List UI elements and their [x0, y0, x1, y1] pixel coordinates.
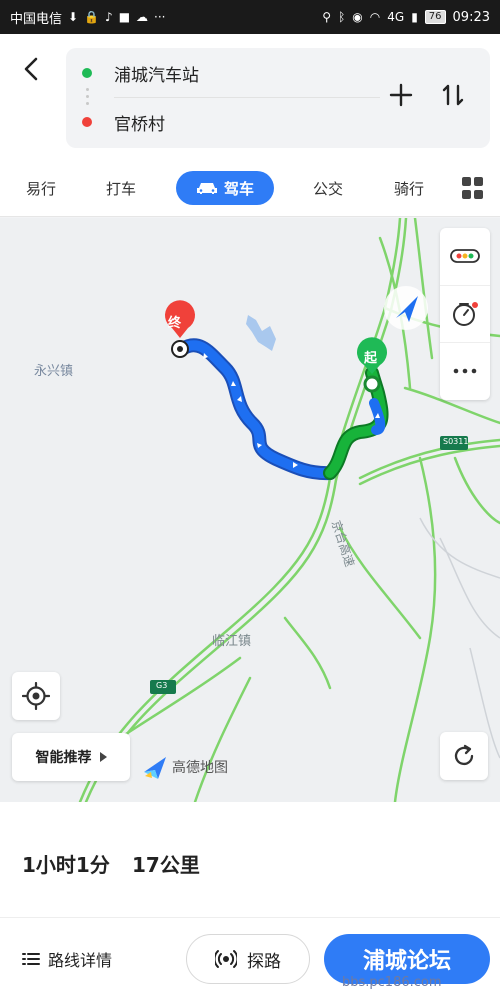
start-point-circle: [363, 375, 381, 393]
broadcast-icon: [215, 950, 237, 968]
back-button[interactable]: [18, 54, 46, 84]
route-details-button[interactable]: 路线详情: [22, 944, 112, 974]
route-summary[interactable]: 1小时1分 17公里: [0, 802, 500, 917]
tab-drive[interactable]: 驾车: [176, 171, 274, 205]
start-marker-label: 起: [364, 351, 378, 366]
car-icon: [196, 183, 217, 194]
town-label-linjiang: 临江镇: [212, 634, 252, 649]
explore-road-button[interactable]: 探路: [186, 934, 310, 984]
start-dot-icon: [82, 68, 92, 78]
swap-route-button[interactable]: [440, 82, 466, 117]
route-header: 浦城汽车站 官桥村: [0, 34, 500, 159]
status-bar: 中国电信 ⬇ 🔒 ♪ ■ ☁ ··· ⚲ ᛒ ◉ ◠ 4G ▮ 76 09:23: [0, 0, 500, 34]
plus-icon: [389, 83, 413, 107]
refresh-route-button[interactable]: [440, 732, 488, 780]
route-line-blue: [177, 340, 335, 479]
clock: 09:23: [452, 9, 490, 25]
more-options-button[interactable]: [440, 342, 490, 398]
start-point-label: 浦城汽车站: [114, 65, 199, 86]
tab-bus[interactable]: 公交: [303, 171, 353, 205]
tiktok-icon: ♪: [105, 10, 113, 24]
traffic-light-icon: [450, 249, 480, 263]
chevron-left-icon: [24, 57, 38, 81]
town-label-yongxing: 永兴镇: [34, 364, 74, 379]
app-icon: ■: [118, 10, 131, 24]
eye-icon: ◉: [352, 10, 363, 24]
watermark-text: bbs.pc186.com: [342, 975, 442, 990]
refresh-icon: [454, 744, 474, 766]
road-shield-g-label: G3: [156, 681, 168, 690]
amap-logo-icon: [144, 757, 166, 779]
map-brand: 高德地图: [142, 754, 228, 780]
tab-yixing[interactable]: 易行: [16, 171, 66, 205]
tab-taxi[interactable]: 打车: [96, 171, 146, 205]
explore-road-label: 探路: [247, 951, 281, 972]
minor-roads: [419, 517, 500, 759]
lake: [246, 315, 276, 351]
forum-label: 浦城论坛: [362, 949, 451, 974]
traffic-toggle-button[interactable]: [440, 228, 490, 284]
start-point-field[interactable]: 浦城汽车站: [82, 58, 199, 88]
cloud-icon: ☁: [136, 10, 149, 24]
route-divider: [114, 97, 380, 98]
transport-tabs: 易行 打车 驾车 公交 骑行: [0, 159, 500, 217]
end-point-label: 官桥村: [114, 114, 165, 135]
list-icon: [22, 953, 40, 965]
map-view[interactable]: 终 起 永兴镇 临江镇 京台高速 S0311 G3 智能推荐 高德地图: [0, 218, 500, 802]
smart-recommend-label: 智能推荐: [35, 750, 92, 766]
crosshair-icon: [22, 682, 50, 710]
battery-indicator: 76: [424, 10, 446, 24]
more-dots-icon: [453, 368, 477, 373]
road-shield-s-label: S0311: [443, 437, 469, 446]
bluetooth-icon: ᛒ: [338, 10, 346, 24]
brand-label: 高德地图: [172, 760, 228, 776]
route-outline: [175, 338, 337, 481]
end-dot-icon: [82, 117, 92, 127]
download-icon: ⬇: [68, 10, 79, 24]
carrier-label: 中国电信: [10, 11, 63, 27]
add-waypoint-button[interactable]: [388, 82, 414, 114]
smart-recommend-button[interactable]: 智能推荐: [12, 733, 130, 781]
map-canvas: [78, 218, 500, 802]
end-point-field[interactable]: 官桥村: [82, 107, 165, 137]
route-connector: [86, 88, 89, 108]
wifi-icon: ◠: [369, 10, 381, 24]
road-network: [78, 218, 500, 802]
route-distance: 17公里: [132, 853, 200, 877]
swap-icon: [442, 84, 464, 106]
clock-icon: [453, 301, 478, 326]
end-marker-label: 终: [168, 316, 182, 331]
route-input-box: 浦城汽车站 官桥村: [66, 48, 490, 148]
locate-me-button[interactable]: [12, 672, 60, 720]
network-type: 4G: [387, 10, 405, 24]
route-details-label: 路线详情: [48, 951, 113, 970]
eta-timer-button[interactable]: [440, 285, 490, 341]
signal-icon: ▮: [411, 10, 418, 24]
lock-icon: 🔒: [84, 10, 100, 24]
tab-bike[interactable]: 骑行: [384, 171, 434, 205]
more-modes-grid-icon[interactable]: [462, 177, 484, 199]
location-icon: ⚲: [322, 10, 332, 24]
route-duration: 1小时1分: [22, 853, 110, 877]
map-controls-panel: [440, 228, 490, 400]
triangle-right-icon: [99, 752, 107, 762]
more-notifications-icon: ···: [154, 10, 166, 24]
